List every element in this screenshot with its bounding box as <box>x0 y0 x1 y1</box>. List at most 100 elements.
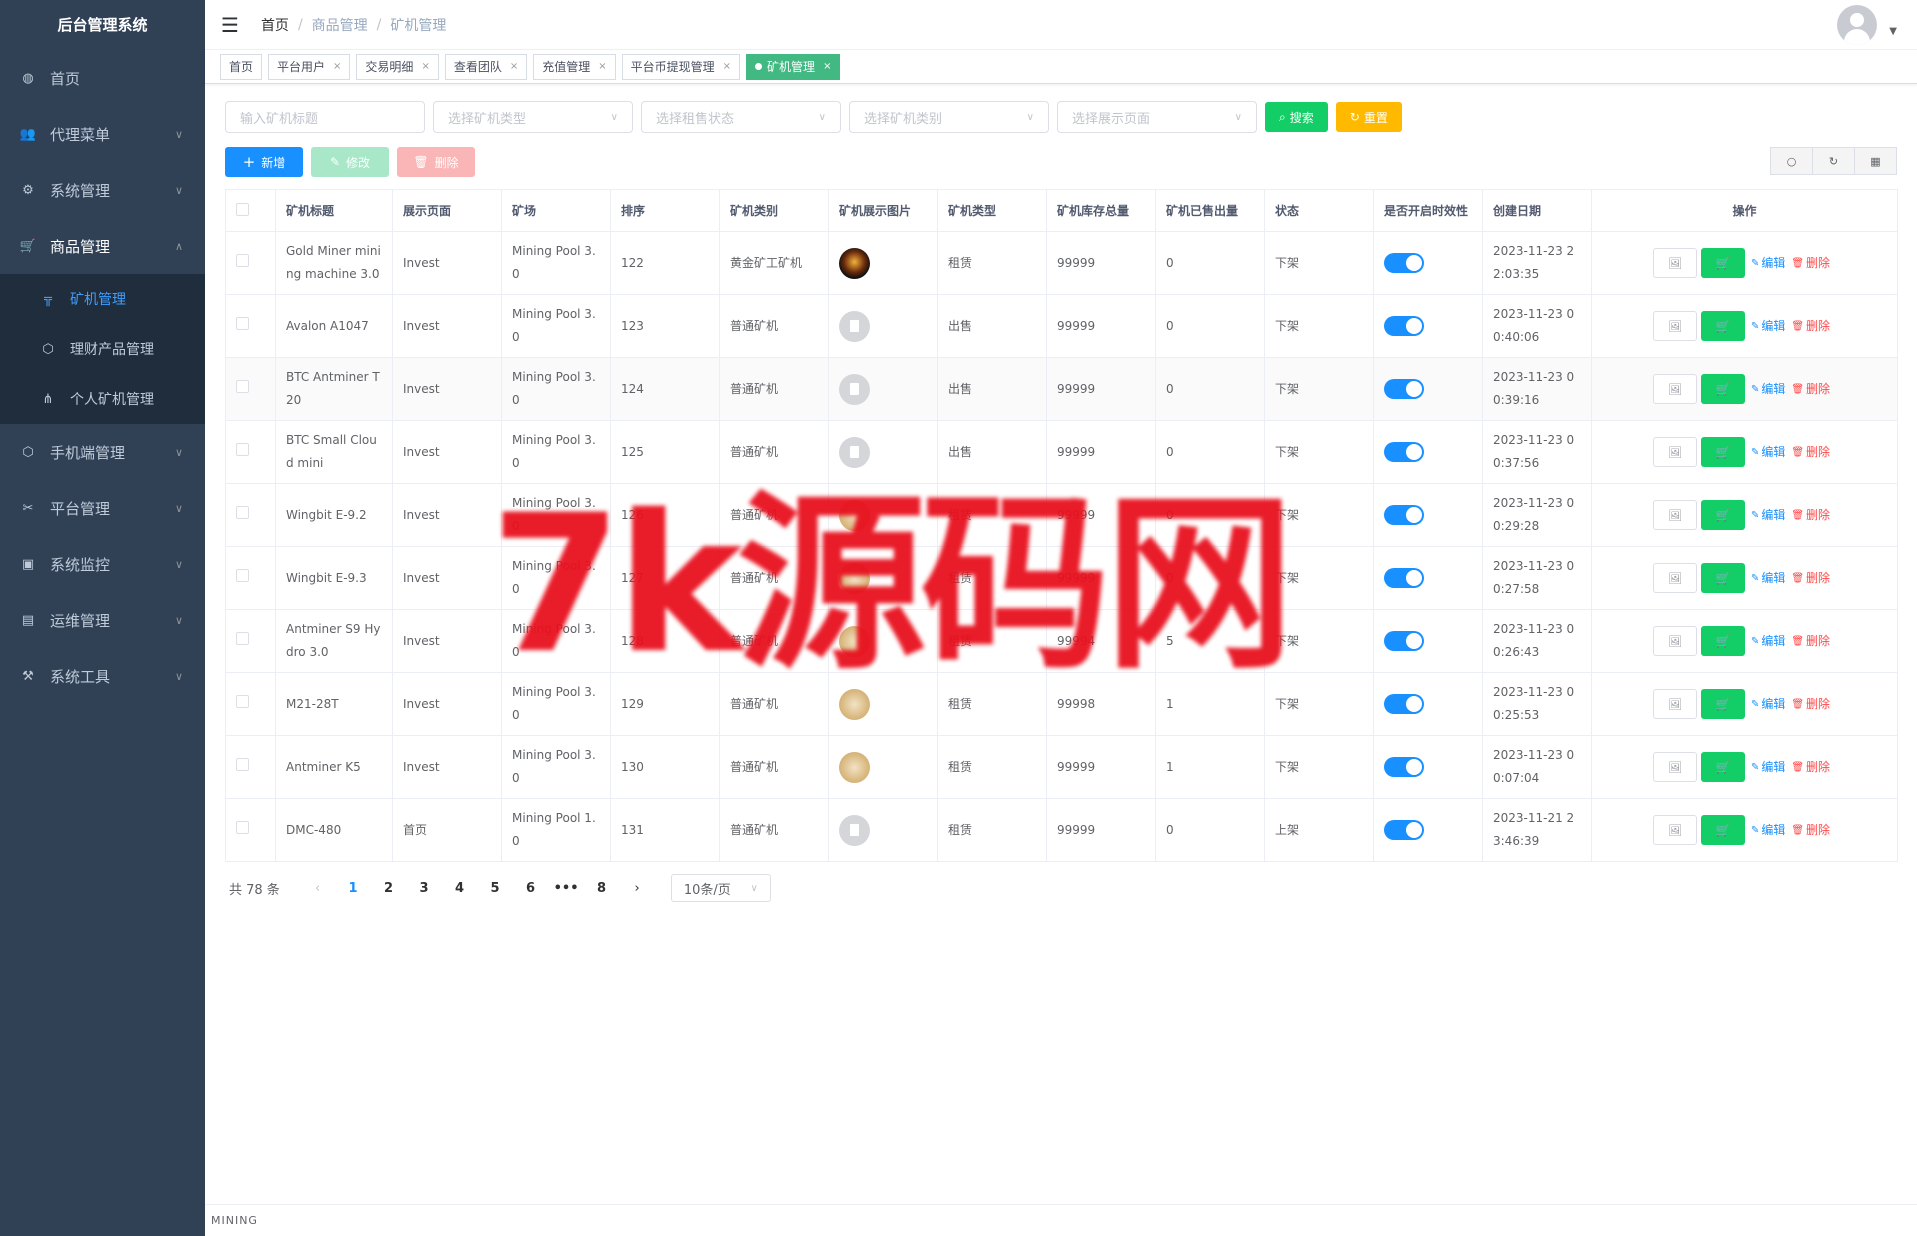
cart-icon[interactable]: 🛒 <box>1700 752 1745 782</box>
row-edit-link[interactable]: ✎ 编辑 <box>1751 819 1785 842</box>
row-checkbox[interactable] <box>236 253 249 267</box>
row-checkbox[interactable] <box>236 757 249 771</box>
row-checkbox[interactable] <box>236 694 249 708</box>
search-button[interactable]: ⌕ 搜索 <box>1265 102 1328 132</box>
chevron-left-icon[interactable]: ‹ <box>300 881 336 896</box>
row-edit-link[interactable]: ✎ 编辑 <box>1751 693 1785 716</box>
tab-1[interactable]: 平台用户 × <box>268 53 351 80</box>
timeliness-toggle[interactable] <box>1384 253 1424 273</box>
table-row[interactable]: DMC-480 首页 Mining Pool 1.0 131 普通矿机 租赁 99999 0 上… <box>225 798 1898 862</box>
row-checkbox[interactable] <box>236 316 249 330</box>
columns-icon[interactable]: ▦ <box>1854 147 1897 175</box>
page-number[interactable]: 4 <box>442 881 478 896</box>
page-number[interactable]: 2 <box>371 881 407 896</box>
image-icon[interactable]: 🖼 <box>1652 248 1697 278</box>
title-input[interactable]: 输入矿机标题 <box>225 101 425 133</box>
table-row[interactable]: Avalon A1047 Invest Mining Pool 3.0 123 普通矿机… <box>225 294 1898 358</box>
tab-3[interactable]: 查看团队 × <box>444 53 528 80</box>
row-delete-link[interactable]: 🗑 删除 <box>1791 252 1830 275</box>
row-delete-link[interactable]: 🗑 删除 <box>1791 693 1830 716</box>
cart-icon[interactable]: 🛒 <box>1700 437 1745 467</box>
row-edit-link[interactable]: ✎ 编辑 <box>1751 756 1785 779</box>
timeliness-toggle[interactable] <box>1384 316 1424 336</box>
tab-0[interactable]: 首页 <box>220 53 263 80</box>
cart-icon[interactable]: 🛒 <box>1700 374 1745 404</box>
sidebar-item-8[interactable]: ⚒ 系统工具 ∨ <box>0 648 205 704</box>
timeliness-toggle[interactable] <box>1384 757 1424 777</box>
sidebar-item-6[interactable]: ▣ 系统监控 ∨ <box>0 536 205 592</box>
row-checkbox[interactable] <box>236 820 249 834</box>
page-select[interactable]: 选择展示页面 ∨ <box>1057 101 1257 133</box>
timeliness-toggle[interactable] <box>1384 442 1424 462</box>
cart-icon[interactable]: 🛒 <box>1700 626 1745 656</box>
tab-6[interactable]: 矿机管理 × <box>746 53 841 80</box>
sidebar-item-1[interactable]: 👥 代理菜单 ∨ <box>0 106 205 162</box>
tab-5[interactable]: 平台币提现管理 × <box>621 53 741 80</box>
rent-status-select[interactable]: 选择租售状态 ∨ <box>641 101 841 133</box>
page-number[interactable]: ••• <box>548 881 584 896</box>
image-icon[interactable]: 🖼 <box>1652 563 1697 593</box>
row-edit-link[interactable]: ✎ 编辑 <box>1751 252 1785 275</box>
timeliness-toggle[interactable] <box>1384 820 1424 840</box>
row-checkbox[interactable] <box>236 442 249 456</box>
add-button[interactable]: + 新增 <box>225 147 303 177</box>
close-icon[interactable]: × <box>723 55 731 79</box>
close-icon[interactable]: × <box>333 55 341 79</box>
row-delete-link[interactable]: 🗑 删除 <box>1791 378 1830 401</box>
image-icon[interactable]: 🖼 <box>1652 626 1697 656</box>
page-number[interactable]: 8 <box>584 881 620 896</box>
cart-icon[interactable]: 🛒 <box>1700 689 1745 719</box>
avatar[interactable] <box>1837 5 1877 45</box>
row-delete-link[interactable]: 🗑 删除 <box>1791 756 1830 779</box>
cart-icon[interactable]: 🛒 <box>1700 311 1745 341</box>
page-size-select[interactable]: 10条/页 ∨ <box>670 874 771 902</box>
cart-icon[interactable]: 🛒 <box>1700 248 1745 278</box>
timeliness-toggle[interactable] <box>1384 505 1424 525</box>
select-all-checkbox[interactable] <box>236 202 249 216</box>
chevron-right-icon[interactable]: › <box>619 881 655 896</box>
page-number[interactable]: 6 <box>513 881 549 896</box>
timeliness-toggle[interactable] <box>1384 631 1424 651</box>
miner-thumbnail[interactable] <box>839 814 870 846</box>
row-edit-link[interactable]: ✎ 编辑 <box>1751 378 1785 401</box>
row-edit-link[interactable]: ✎ 编辑 <box>1751 504 1785 527</box>
close-icon[interactable]: × <box>510 55 518 79</box>
table-row[interactable]: Antminer K5 Invest Mining Pool 3.0 130 普通矿机 租… <box>225 735 1898 799</box>
tab-2[interactable]: 交易明细 × <box>356 53 439 80</box>
image-icon[interactable]: 🖼 <box>1652 689 1697 719</box>
row-delete-link[interactable]: 🗑 删除 <box>1791 315 1830 338</box>
sidebar-item-2[interactable]: ⚙ 系统管理 ∨ <box>0 162 205 218</box>
reset-button[interactable]: ↻ 重置 <box>1335 102 1402 132</box>
close-icon[interactable]: × <box>421 55 429 79</box>
row-checkbox[interactable] <box>236 505 249 519</box>
page-number[interactable]: 3 <box>406 881 442 896</box>
delete-button[interactable]: 🗑 删除 <box>397 147 475 177</box>
row-delete-link[interactable]: 🗑 删除 <box>1791 567 1830 590</box>
type-select[interactable]: 选择矿机类型 ∨ <box>433 101 633 133</box>
row-delete-link[interactable]: 🗑 删除 <box>1791 504 1830 527</box>
image-icon[interactable]: 🖼 <box>1652 500 1697 530</box>
category-select[interactable]: 选择矿机类别 ∨ <box>849 101 1049 133</box>
cart-icon[interactable]: 🛒 <box>1700 500 1745 530</box>
miner-thumbnail[interactable] <box>839 247 870 279</box>
table-row[interactable]: BTC Antminer T20 Invest Mining Pool 3.0 124… <box>225 357 1898 421</box>
row-checkbox[interactable] <box>236 568 249 582</box>
timeliness-toggle[interactable] <box>1384 379 1424 399</box>
image-icon[interactable]: 🖼 <box>1652 374 1697 404</box>
close-icon[interactable]: × <box>823 55 831 79</box>
row-delete-link[interactable]: 🗑 删除 <box>1791 630 1830 653</box>
image-icon[interactable]: 🖼 <box>1652 752 1697 782</box>
row-edit-link[interactable]: ✎ 编辑 <box>1751 567 1785 590</box>
row-edit-link[interactable]: ✎ 编辑 <box>1751 630 1785 653</box>
miner-thumbnail[interactable] <box>839 310 870 342</box>
refresh-icon[interactable]: ↻ <box>1812 147 1855 175</box>
page-number[interactable]: 5 <box>477 881 513 896</box>
image-icon[interactable]: 🖼 <box>1652 815 1697 845</box>
submenu-item-2[interactable]: ⋔ 个人矿机管理 <box>0 374 205 424</box>
timeliness-toggle[interactable] <box>1384 694 1424 714</box>
image-icon[interactable]: 🖼 <box>1652 311 1697 341</box>
sidebar-item-3[interactable]: 🛒 商品管理 ∧ <box>0 218 205 274</box>
miner-thumbnail[interactable] <box>839 751 870 783</box>
row-delete-link[interactable]: 🗑 删除 <box>1791 819 1830 842</box>
tab-4[interactable]: 充值管理 × <box>533 53 616 80</box>
